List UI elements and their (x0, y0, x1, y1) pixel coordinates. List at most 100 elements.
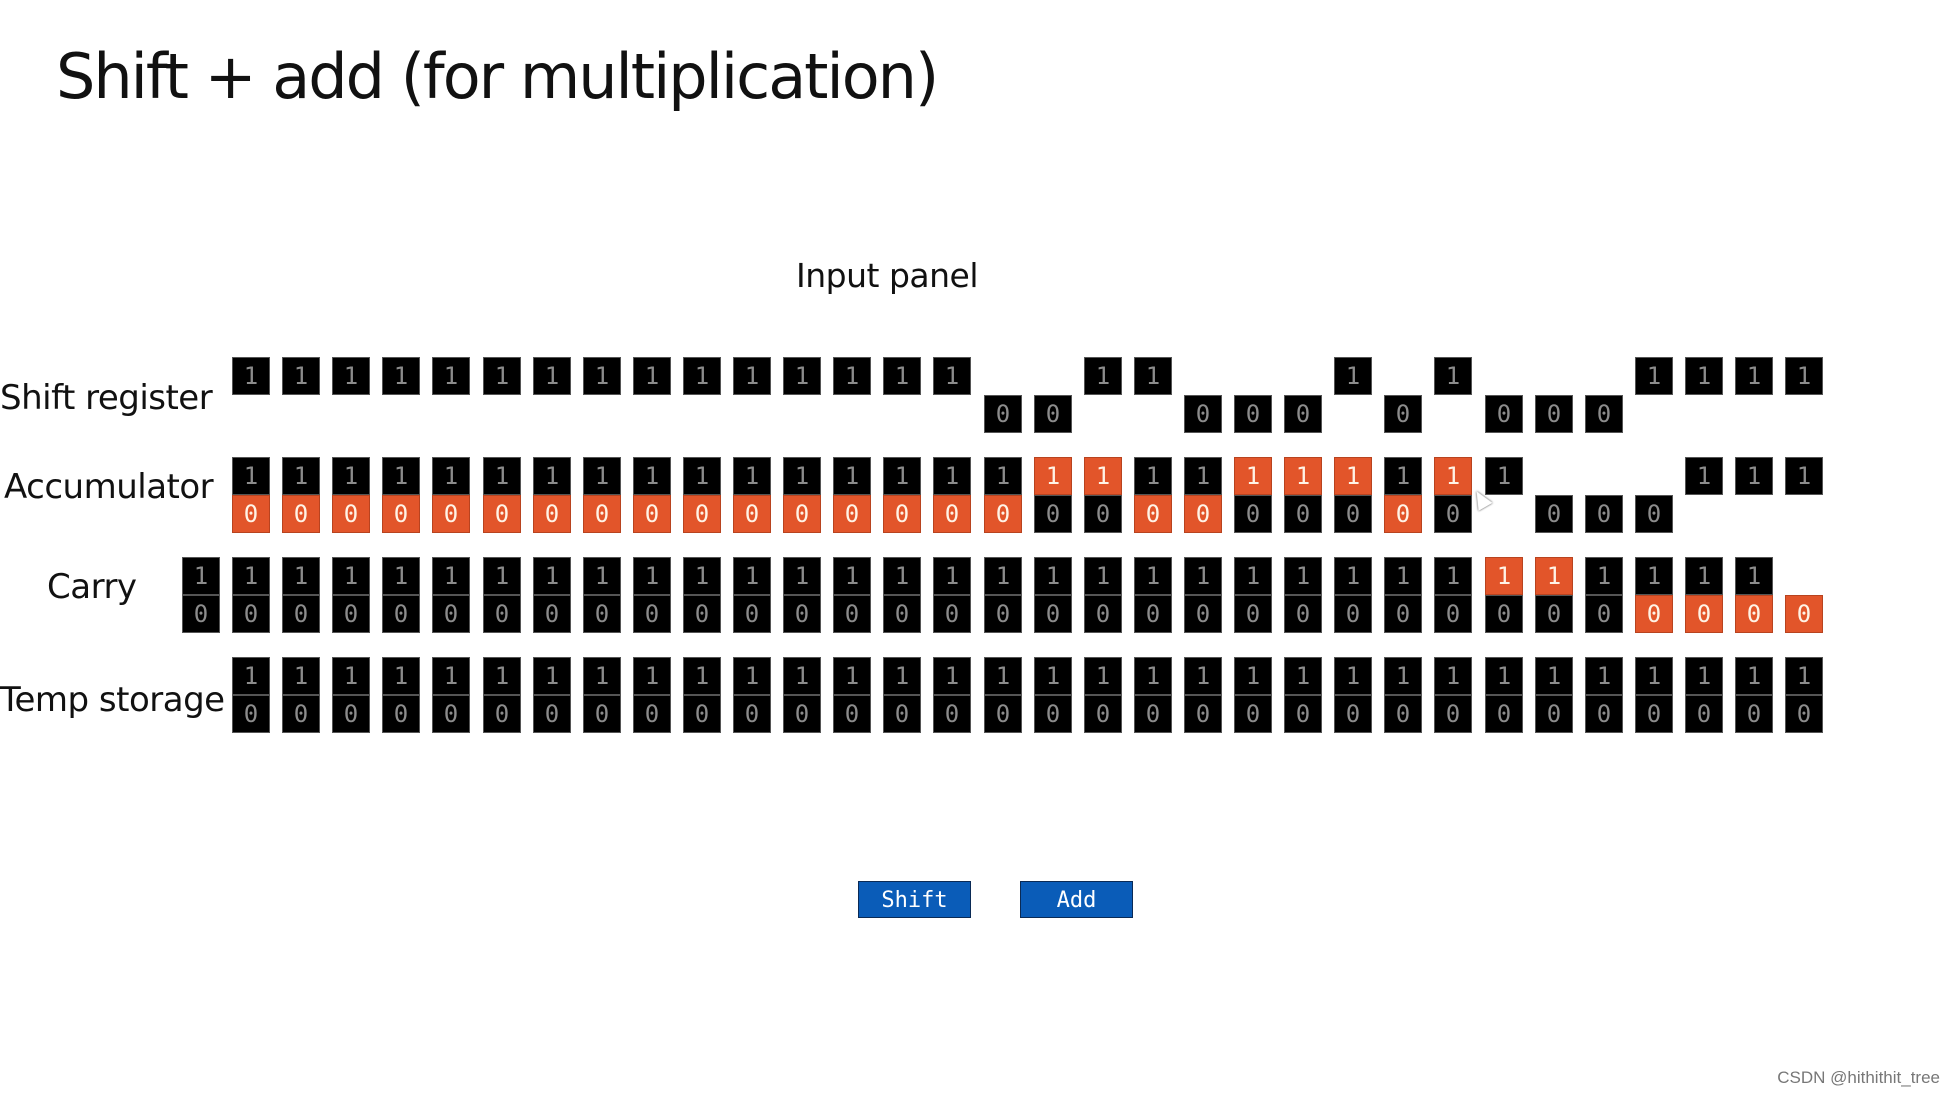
accumulator-bit-top[interactable]: 1 (282, 457, 320, 495)
temp-storage-bit-bottom[interactable]: 0 (1384, 695, 1422, 733)
carry-bit-bottom[interactable]: 0 (1034, 595, 1072, 633)
accumulator-bit-bottom[interactable]: 0 (933, 495, 971, 533)
shift-register-bit-top[interactable]: 1 (583, 357, 621, 395)
carry-bit-top[interactable]: 1 (1084, 557, 1122, 595)
accumulator-bit-top[interactable]: 1 (883, 457, 921, 495)
shift-register-bit-top[interactable]: 1 (733, 357, 771, 395)
temp-storage-bit-bottom[interactable]: 0 (1635, 695, 1673, 733)
carry-bit-bottom[interactable]: 0 (683, 595, 721, 633)
accumulator-bit-bottom[interactable]: 0 (984, 495, 1022, 533)
temp-storage-bit-top[interactable]: 1 (1485, 657, 1523, 695)
temp-storage-bit-top[interactable]: 1 (633, 657, 671, 695)
shift-register-bit-top[interactable]: 1 (933, 357, 971, 395)
carry-bit-top[interactable]: 1 (1334, 557, 1372, 595)
carry-bit-bottom[interactable]: 0 (533, 595, 571, 633)
accumulator-bit-bottom[interactable]: 0 (1585, 495, 1623, 533)
temp-storage-bit-top[interactable]: 1 (683, 657, 721, 695)
accumulator-bit-bottom[interactable]: 0 (432, 495, 470, 533)
carry-bit-bottom[interactable]: 0 (332, 595, 370, 633)
temp-storage-bit-bottom[interactable]: 0 (332, 695, 370, 733)
carry-bit-bottom[interactable]: 0 (733, 595, 771, 633)
carry-bit-top[interactable]: 1 (833, 557, 871, 595)
accumulator-bit-bottom[interactable]: 0 (1434, 495, 1472, 533)
temp-storage-bit-top[interactable]: 1 (1535, 657, 1573, 695)
carry-bit-bottom[interactable]: 0 (1384, 595, 1422, 633)
accumulator-bit-top[interactable]: 1 (1284, 457, 1322, 495)
carry-bit-bottom[interactable]: 0 (783, 595, 821, 633)
temp-storage-bit-top[interactable]: 1 (1785, 657, 1823, 695)
carry-bit-bottom[interactable]: 0 (432, 595, 470, 633)
temp-storage-bit-top[interactable]: 1 (232, 657, 270, 695)
accumulator-bit-bottom[interactable]: 0 (332, 495, 370, 533)
accumulator-bit-bottom[interactable]: 0 (232, 495, 270, 533)
shift-register-bit-top[interactable]: 1 (533, 357, 571, 395)
accumulator-bit-top[interactable]: 1 (1685, 457, 1723, 495)
temp-storage-bit-bottom[interactable]: 0 (232, 695, 270, 733)
accumulator-bit-bottom[interactable]: 0 (483, 495, 521, 533)
accumulator-bit-top[interactable]: 1 (583, 457, 621, 495)
temp-storage-bit-bottom[interactable]: 0 (833, 695, 871, 733)
carry-bit-top[interactable]: 1 (1034, 557, 1072, 595)
accumulator-bit-top[interactable]: 1 (1735, 457, 1773, 495)
shift-register-bit-top[interactable]: 1 (382, 357, 420, 395)
temp-storage-bit-top[interactable]: 1 (1184, 657, 1222, 695)
accumulator-bit-top[interactable]: 1 (533, 457, 571, 495)
shift-register-bit-top[interactable]: 1 (432, 357, 470, 395)
carry-bit-top[interactable]: 1 (1585, 557, 1623, 595)
temp-storage-bit-top[interactable]: 1 (533, 657, 571, 695)
accumulator-bit-bottom[interactable]: 0 (1034, 495, 1072, 533)
shift-register-bit-bottom[interactable]: 0 (1384, 395, 1422, 433)
accumulator-bit-bottom[interactable]: 0 (1535, 495, 1573, 533)
carry-bit-top[interactable]: 1 (583, 557, 621, 595)
carry-bit-top[interactable]: 1 (783, 557, 821, 595)
carry-bit-bottom[interactable]: 0 (984, 595, 1022, 633)
accumulator-bit-top[interactable]: 1 (232, 457, 270, 495)
carry-bit-top[interactable]: 1 (1384, 557, 1422, 595)
carry-bit-bottom[interactable]: 0 (282, 595, 320, 633)
carry-bit-top[interactable]: 1 (282, 557, 320, 595)
accumulator-bit-top[interactable]: 1 (933, 457, 971, 495)
shift-register-bit-top[interactable]: 1 (1134, 357, 1172, 395)
accumulator-bit-top[interactable]: 1 (332, 457, 370, 495)
temp-storage-bit-top[interactable]: 1 (883, 657, 921, 695)
carry-bit-top[interactable]: 1 (1685, 557, 1723, 595)
temp-storage-bit-bottom[interactable]: 0 (1034, 695, 1072, 733)
carry-bit-top[interactable]: 1 (483, 557, 521, 595)
carry-bit-bottom[interactable]: 0 (1434, 595, 1472, 633)
carry-bit-bottom[interactable]: 0 (1585, 595, 1623, 633)
temp-storage-bit-top[interactable]: 1 (382, 657, 420, 695)
shift-register-bit-top[interactable]: 1 (1434, 357, 1472, 395)
carry-bit-top[interactable]: 1 (683, 557, 721, 595)
temp-storage-bit-bottom[interactable]: 0 (1434, 695, 1472, 733)
temp-storage-bit-bottom[interactable]: 0 (933, 695, 971, 733)
temp-storage-bit-bottom[interactable]: 0 (282, 695, 320, 733)
temp-storage-bit-bottom[interactable]: 0 (1585, 695, 1623, 733)
accumulator-bit-bottom[interactable]: 0 (382, 495, 420, 533)
carry-bit-top[interactable]: 1 (1184, 557, 1222, 595)
temp-storage-bit-top[interactable]: 1 (1284, 657, 1322, 695)
carry-bit-bottom[interactable]: 0 (1134, 595, 1172, 633)
temp-storage-bit-top[interactable]: 1 (783, 657, 821, 695)
temp-storage-bit-bottom[interactable]: 0 (1485, 695, 1523, 733)
accumulator-bit-bottom[interactable]: 0 (1234, 495, 1272, 533)
carry-bit-bottom[interactable]: 0 (1284, 595, 1322, 633)
accumulator-bit-top[interactable]: 1 (1334, 457, 1372, 495)
temp-storage-bit-bottom[interactable]: 0 (1284, 695, 1322, 733)
temp-storage-bit-top[interactable]: 1 (483, 657, 521, 695)
temp-storage-bit-top[interactable]: 1 (583, 657, 621, 695)
carry-bit-top[interactable]: 1 (933, 557, 971, 595)
shift-register-bit-top[interactable]: 1 (332, 357, 370, 395)
carry-bit-bottom[interactable]: 0 (1084, 595, 1122, 633)
carry-bit-bottom[interactable]: 0 (883, 595, 921, 633)
carry-bit-bottom[interactable]: 0 (232, 595, 270, 633)
carry-bit-top[interactable]: 1 (883, 557, 921, 595)
carry-bit-bottom[interactable]: 0 (182, 595, 220, 633)
temp-storage-bit-top[interactable]: 1 (332, 657, 370, 695)
carry-bit-bottom[interactable]: 0 (1685, 595, 1723, 633)
temp-storage-bit-top[interactable]: 1 (933, 657, 971, 695)
carry-bit-bottom[interactable]: 0 (1535, 595, 1573, 633)
shift-register-bit-bottom[interactable]: 0 (1234, 395, 1272, 433)
temp-storage-bit-top[interactable]: 1 (1635, 657, 1673, 695)
accumulator-bit-top[interactable]: 1 (1434, 457, 1472, 495)
accumulator-bit-top[interactable]: 1 (984, 457, 1022, 495)
